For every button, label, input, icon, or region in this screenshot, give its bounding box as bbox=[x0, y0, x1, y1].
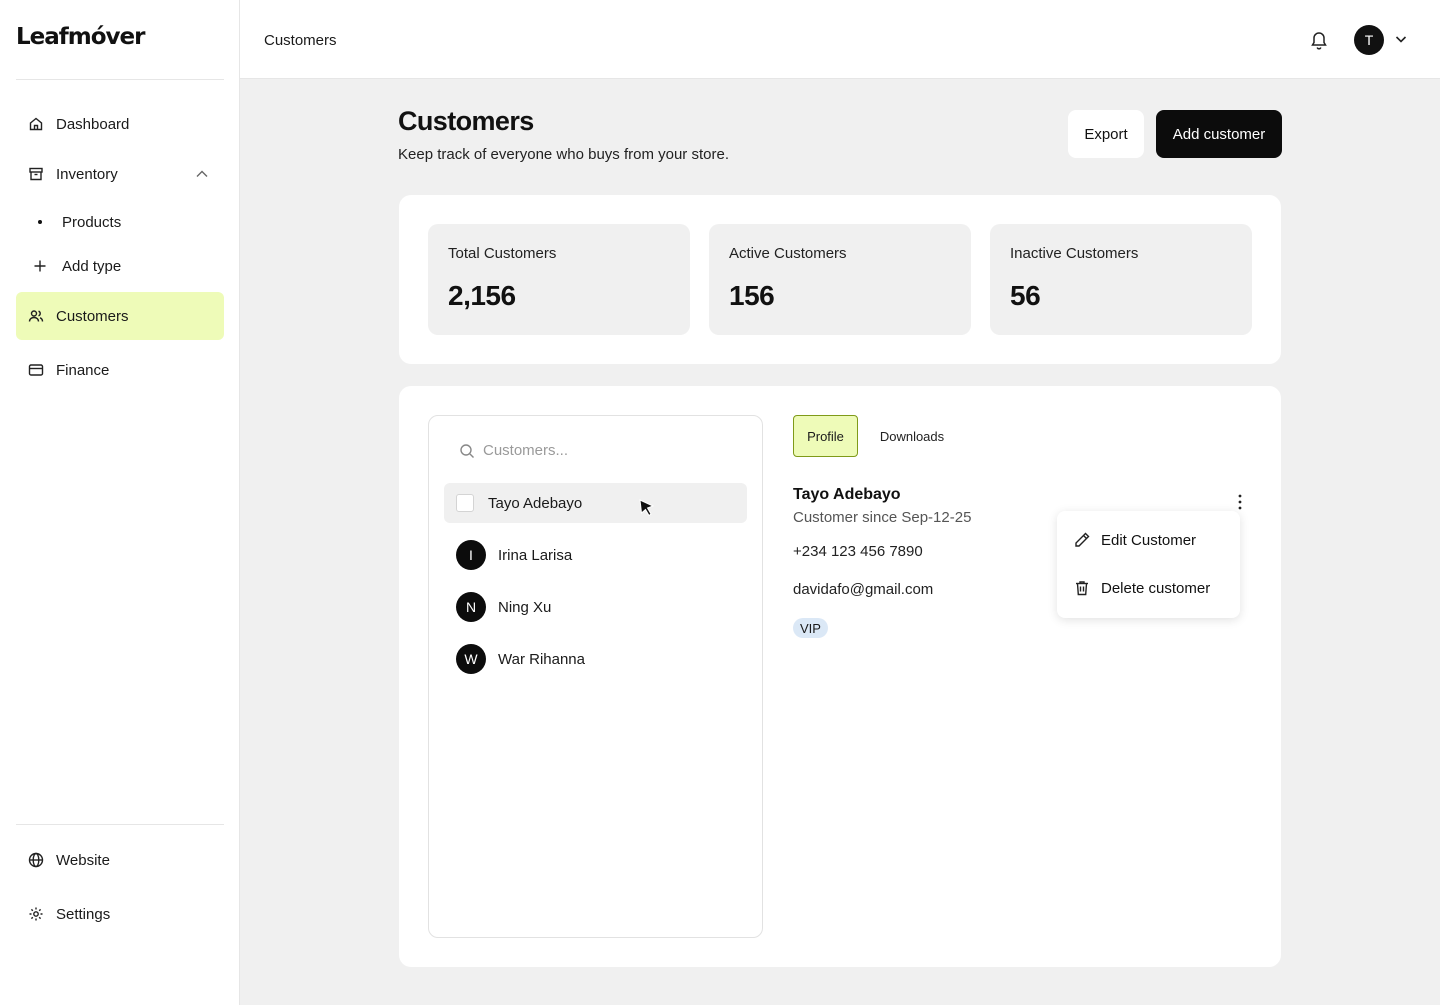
plus-icon bbox=[34, 260, 46, 272]
trash-icon bbox=[1076, 581, 1088, 596]
gear-icon bbox=[29, 907, 43, 921]
sidebar-subitem-label: Add type bbox=[62, 257, 122, 275]
chevron-down-icon[interactable] bbox=[1394, 32, 1408, 46]
profile-since: Customer since Sep-12-25 bbox=[793, 509, 972, 526]
sidebar-item-settings[interactable]: Settings bbox=[16, 890, 224, 938]
stat-value: 2,156 bbox=[448, 280, 516, 311]
sidebar-item-customers[interactable]: Customers bbox=[16, 292, 224, 340]
customer-avatar: N bbox=[456, 592, 486, 622]
stat-value: 156 bbox=[729, 280, 775, 311]
export-button[interactable]: Export bbox=[1068, 110, 1144, 158]
add-customer-button[interactable]: Add customer bbox=[1156, 110, 1282, 158]
bullet-icon bbox=[38, 220, 42, 224]
home-icon bbox=[29, 117, 43, 131]
customer-row[interactable]: N Ning Xu bbox=[444, 587, 747, 627]
menu-item-label: Edit Customer bbox=[1101, 531, 1197, 549]
page-title: Customers bbox=[398, 106, 534, 136]
status-badge: VIP bbox=[793, 618, 828, 638]
brand-logo[interactable]: Leafmóver bbox=[16, 24, 145, 50]
search-input[interactable] bbox=[483, 442, 723, 459]
sidebar-item-website[interactable]: Website bbox=[16, 836, 224, 884]
globe-icon bbox=[28, 852, 44, 868]
sidebar-item-label: Website bbox=[56, 851, 110, 869]
profile-phone: +234 123 456 7890 bbox=[793, 543, 923, 560]
sidebar-subitem-products[interactable]: Products bbox=[24, 206, 224, 238]
row-checkbox[interactable] bbox=[456, 494, 474, 512]
sidebar-item-inventory[interactable]: Inventory bbox=[16, 150, 224, 198]
sidebar-item-label: Dashboard bbox=[56, 115, 130, 133]
stat-label: Inactive Customers bbox=[1010, 245, 1139, 262]
users-icon bbox=[28, 310, 44, 322]
sidebar: Leafmóver Dashboard Inventory Products A… bbox=[0, 0, 240, 1005]
customer-row[interactable]: W War Rihanna bbox=[444, 639, 747, 679]
tab-downloads[interactable]: Downloads bbox=[869, 415, 955, 457]
stats-panel: Total Customers 2,156 Active Customers 1… bbox=[399, 195, 1281, 364]
sidebar-item-label: Customers bbox=[56, 307, 129, 325]
tab-profile[interactable]: Profile bbox=[793, 415, 858, 457]
sidebar-divider bbox=[16, 824, 224, 825]
customer-avatar: I bbox=[456, 540, 486, 570]
stat-value: 56 bbox=[1010, 280, 1041, 311]
customer-name: War Rihanna bbox=[498, 650, 585, 668]
stat-label: Total Customers bbox=[448, 245, 557, 262]
sidebar-item-dashboard[interactable]: Dashboard bbox=[16, 100, 224, 148]
customer-name: Ning Xu bbox=[498, 598, 552, 616]
customer-row[interactable]: Tayo Adebayo bbox=[444, 483, 747, 523]
archive-icon bbox=[29, 167, 43, 181]
user-avatar[interactable]: T bbox=[1354, 25, 1384, 55]
topbar: Customers T bbox=[240, 0, 1440, 79]
sidebar-item-label: Finance bbox=[56, 361, 110, 379]
profile-name: Tayo Adebayo bbox=[793, 486, 901, 503]
menu-item-label: Delete customer bbox=[1101, 579, 1211, 597]
customer-name: Irina Larisa bbox=[498, 546, 573, 564]
customer-row[interactable]: I Irina Larisa bbox=[444, 535, 747, 575]
customers-panel: Tayo Adebayo I Irina Larisa N Ning Xu W … bbox=[399, 386, 1281, 967]
pencil-icon bbox=[1075, 532, 1090, 547]
customer-list: Tayo Adebayo I Irina Larisa N Ning Xu W … bbox=[428, 415, 763, 938]
customer-name: Tayo Adebayo bbox=[488, 494, 583, 512]
stat-card-total: Total Customers 2,156 bbox=[428, 224, 690, 335]
sidebar-divider bbox=[16, 79, 224, 80]
edit-customer-menu-item[interactable]: Edit Customer bbox=[1057, 518, 1240, 562]
sidebar-item-label: Inventory bbox=[56, 165, 118, 183]
sidebar-item-finance[interactable]: Finance bbox=[16, 346, 224, 394]
delete-customer-menu-item[interactable]: Delete customer bbox=[1057, 566, 1240, 610]
more-options-icon[interactable] bbox=[1232, 493, 1248, 511]
customer-avatar: W bbox=[456, 644, 486, 674]
profile-email: davidafo@gmail.com bbox=[793, 581, 934, 598]
stat-card-inactive: Inactive Customers 56 bbox=[990, 224, 1252, 335]
search-bar bbox=[459, 442, 723, 459]
page-subtitle: Keep track of everyone who buys from you… bbox=[398, 146, 729, 163]
credit-card-icon bbox=[28, 364, 44, 376]
search-icon bbox=[460, 443, 474, 458]
mouse-pointer-icon bbox=[639, 499, 655, 517]
customer-actions-menu: Edit Customer Delete customer bbox=[1057, 511, 1240, 618]
stat-label: Active Customers bbox=[729, 245, 847, 262]
stat-card-active: Active Customers 156 bbox=[709, 224, 971, 335]
sidebar-subitem-add-type[interactable]: Add type bbox=[24, 250, 224, 282]
bell-icon[interactable] bbox=[1310, 30, 1328, 50]
sidebar-item-label: Settings bbox=[56, 905, 111, 923]
breadcrumb[interactable]: Customers bbox=[264, 32, 337, 49]
sidebar-subitem-label: Products bbox=[62, 213, 122, 231]
chevron-up-icon[interactable] bbox=[194, 166, 210, 182]
